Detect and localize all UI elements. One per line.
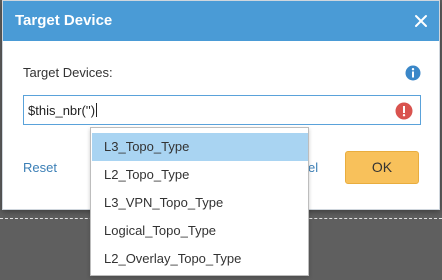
dialog-titlebar: Target Device [3, 1, 439, 41]
dialog-title: Target Device [15, 12, 113, 29]
target-devices-label: Target Devices: [23, 65, 113, 80]
close-icon[interactable] [409, 9, 433, 33]
info-icon[interactable] [405, 65, 421, 81]
target-devices-input[interactable]: $this_nbr('') [23, 95, 421, 125]
cancel-link[interactable]: el [308, 160, 318, 175]
autocomplete-option[interactable]: L3_Topo_Type [92, 133, 308, 161]
ok-button[interactable]: OK [345, 151, 419, 184]
autocomplete-dropdown: L3_Topo_Type L2_Topo_Type L3_VPN_Topo_Ty… [90, 127, 309, 276]
text-caret [96, 103, 98, 117]
autocomplete-option[interactable]: L2_Overlay_Topo_Type [92, 245, 308, 273]
autocomplete-option[interactable]: L3_VPN_Topo_Type [92, 189, 308, 217]
autocomplete-option[interactable]: L2_Topo_Type [92, 161, 308, 189]
target-devices-input-value: $this_nbr('') [28, 103, 98, 118]
autocomplete-option[interactable]: Logical_Topo_Type [92, 217, 308, 245]
error-icon[interactable] [395, 102, 413, 120]
reset-link[interactable]: Reset [23, 160, 57, 175]
